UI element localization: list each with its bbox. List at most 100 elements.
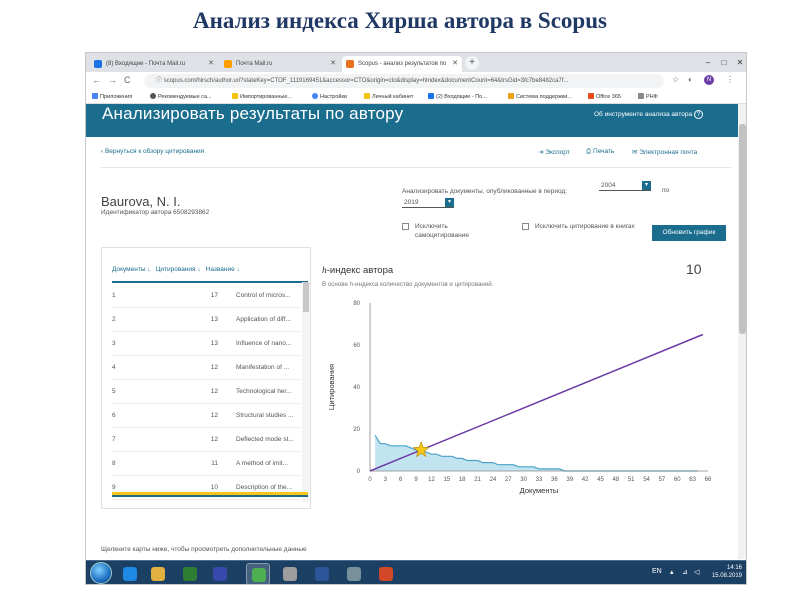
ie-icon <box>123 567 137 581</box>
sort-title[interactable]: Название ↓ <box>206 266 240 273</box>
table-row[interactable]: 4 12 Manifestation of ... <box>112 356 300 380</box>
table-row[interactable]: 3 13 Influence of nano... <box>112 332 300 356</box>
refresh-chart-button[interactable]: Обновить график <box>652 225 726 241</box>
tab-scopus[interactable]: Scopus - анализ результатов по ✕ <box>342 56 462 72</box>
row-title[interactable]: Application of diff... <box>236 308 291 332</box>
bookmark-settings[interactable]: Настройки <box>312 90 347 104</box>
taskbar-app-media[interactable] <box>178 563 202 584</box>
about-tool-link[interactable]: Об инструменте анализа автора ? <box>594 110 703 119</box>
tab-mail[interactable]: Почта Mail.ru ✕ <box>220 56 340 72</box>
tab-label: Scopus - анализ результатов по <box>358 61 447 67</box>
scrollbar-thumb[interactable] <box>739 124 746 334</box>
row-title[interactable]: A method of imit... <box>236 452 288 476</box>
tab-label: (8) Входящие - Почта Mail.ru <box>106 61 186 67</box>
menu-icon[interactable]: ⋮ <box>726 75 734 84</box>
tab-bar: (8) Входящие - Почта Mail.ru ✕ Почта Mai… <box>86 53 746 72</box>
bookmark-support[interactable]: Система поддержки... <box>508 90 572 104</box>
table-row[interactable]: 5 12 Technological her... <box>112 380 300 404</box>
table-row[interactable]: 7 12 Deflected mode st... <box>112 428 300 452</box>
print-action[interactable]: ⎙ Печать <box>586 148 614 156</box>
bookmark-imported[interactable]: Импортированные... <box>232 90 292 104</box>
browser-screenshot: (8) Входящие - Почта Mail.ru ✕ Почта Mai… <box>85 52 747 585</box>
x-tick-label: 15 <box>443 477 450 483</box>
divider <box>101 167 731 168</box>
network-icon[interactable]: ⊿ <box>682 568 688 576</box>
row-title[interactable]: Deflected mode st... <box>236 428 294 452</box>
help-icon: ? <box>693 110 703 119</box>
table-row[interactable]: 6 12 Structural studies ... <box>112 404 300 428</box>
start-button[interactable] <box>90 562 112 584</box>
new-tab-button[interactable]: + <box>465 56 479 70</box>
row-title[interactable]: Manifestation of ... <box>236 356 289 380</box>
about-tool-label: Об инструменте анализа автора <box>594 111 693 118</box>
back-to-overview-link[interactable]: ‹ Вернуться к обзору цитирования <box>101 148 204 155</box>
info-icon[interactable]: ⓘ <box>156 78 162 84</box>
email-action[interactable]: ✉ Электронная почта <box>632 148 697 156</box>
hindex-chart[interactable]: 0204060800 3 6 9 12 15 18 21 24 27 30 33 36 39 42 45 48 5… <box>322 295 722 507</box>
scrollbar-thumb[interactable] <box>303 282 309 312</box>
page-scrollbar[interactable] <box>738 104 746 559</box>
row-citations: 13 <box>210 340 218 347</box>
email-label: Электронная почта <box>639 149 698 156</box>
url-field[interactable]: ⓘ scopus.com/hirsch/author.uri?stateKey=… <box>144 74 664 88</box>
row-index: 3 <box>112 340 116 347</box>
bookmark-label: Личный кабинет <box>372 94 414 100</box>
taskbar-app-ie[interactable] <box>118 563 142 584</box>
taskbar-app-save[interactable] <box>208 563 232 584</box>
row-title[interactable]: Technological her... <box>236 380 292 404</box>
office-icon <box>588 93 594 99</box>
table-row[interactable]: 8 11 A method of imit... <box>112 452 300 476</box>
slide-title: Анализ индекса Хирша автора в Scopus <box>193 8 607 33</box>
profile-avatar[interactable]: N <box>704 75 714 85</box>
bookmark-cabinet[interactable]: Личный кабинет <box>364 90 413 104</box>
table-row[interactable]: 1 17 Control of micros... <box>112 284 300 308</box>
sort-citations[interactable]: Цитирования ↓ <box>156 266 201 273</box>
bookmark-label: Office 365 <box>596 94 621 100</box>
export-action[interactable]: ⇥ Экспорт <box>538 148 570 156</box>
tray-arrow-icon[interactable]: ▴ <box>670 568 674 576</box>
bookmark-label: РНФ <box>646 94 658 100</box>
bookmark-rnf[interactable]: РНФ <box>638 90 658 104</box>
taskbar-app-explorer[interactable] <box>146 563 170 584</box>
back-icon[interactable]: ← <box>92 75 101 85</box>
period-to-select[interactable]: 2019 ▾ <box>402 197 454 208</box>
row-title[interactable]: Structural studies ... <box>236 404 293 428</box>
clock[interactable]: 14:16 15.08.2019 <box>712 564 742 580</box>
bookmark-inbox[interactable]: (2) Входящие - По... <box>428 90 487 104</box>
table-row[interactable]: 2 13 Application of diff... <box>112 308 300 332</box>
language-indicator[interactable]: EN <box>652 568 662 575</box>
close-window-button[interactable]: ✕ <box>732 53 746 72</box>
period-label: Анализировать документы, опубликованные … <box>402 188 568 195</box>
row-citations: 13 <box>210 316 218 323</box>
bookmark-recommended[interactable]: Рекомендуемые са... <box>150 90 212 104</box>
address-bar-row: ← → C ⓘ scopus.com/hirsch/author.uri?sta… <box>86 72 746 90</box>
taskbar-app-powerpoint[interactable] <box>374 563 398 584</box>
taskbar-app-chrome[interactable] <box>246 563 270 584</box>
bookmark-apps[interactable]: Приложения <box>92 90 132 104</box>
taskbar-app-word[interactable] <box>310 563 334 584</box>
checkbox-box[interactable] <box>522 223 529 230</box>
checkbox-box[interactable] <box>402 223 409 230</box>
period-from-select[interactable]: 2004 ▾ <box>599 180 651 191</box>
sort-documents[interactable]: Документы ↓ <box>112 266 151 273</box>
close-tab-icon[interactable]: ✕ <box>330 56 336 72</box>
close-tab-icon[interactable]: ✕ <box>452 56 458 72</box>
minimize-button[interactable]: – <box>700 53 716 72</box>
reload-icon[interactable]: C <box>124 75 131 85</box>
explorer-icon <box>151 567 165 581</box>
row-title[interactable]: Control of micros... <box>236 284 291 308</box>
volume-icon[interactable]: ◁ <box>694 568 699 576</box>
bookmark-star-icon[interactable]: ☆ <box>672 75 679 84</box>
row-citations: 17 <box>210 292 218 299</box>
bookmark-office[interactable]: Office 365 <box>588 90 621 104</box>
taskbar-app-tool[interactable] <box>278 563 302 584</box>
tab-mail-inbox[interactable]: (8) Входящие - Почта Mail.ru ✕ <box>90 56 218 72</box>
x-tick-label: 39 <box>566 477 573 483</box>
maximize-button[interactable]: □ <box>716 53 732 72</box>
close-tab-icon[interactable]: ✕ <box>208 56 214 72</box>
forward-icon[interactable]: → <box>108 75 117 85</box>
taskbar-app-app[interactable] <box>342 563 366 584</box>
extension-icon[interactable]: ◐ <box>688 75 693 84</box>
row-title[interactable]: Influence of nano... <box>236 332 291 356</box>
table-scrollbar[interactable] <box>302 282 310 502</box>
